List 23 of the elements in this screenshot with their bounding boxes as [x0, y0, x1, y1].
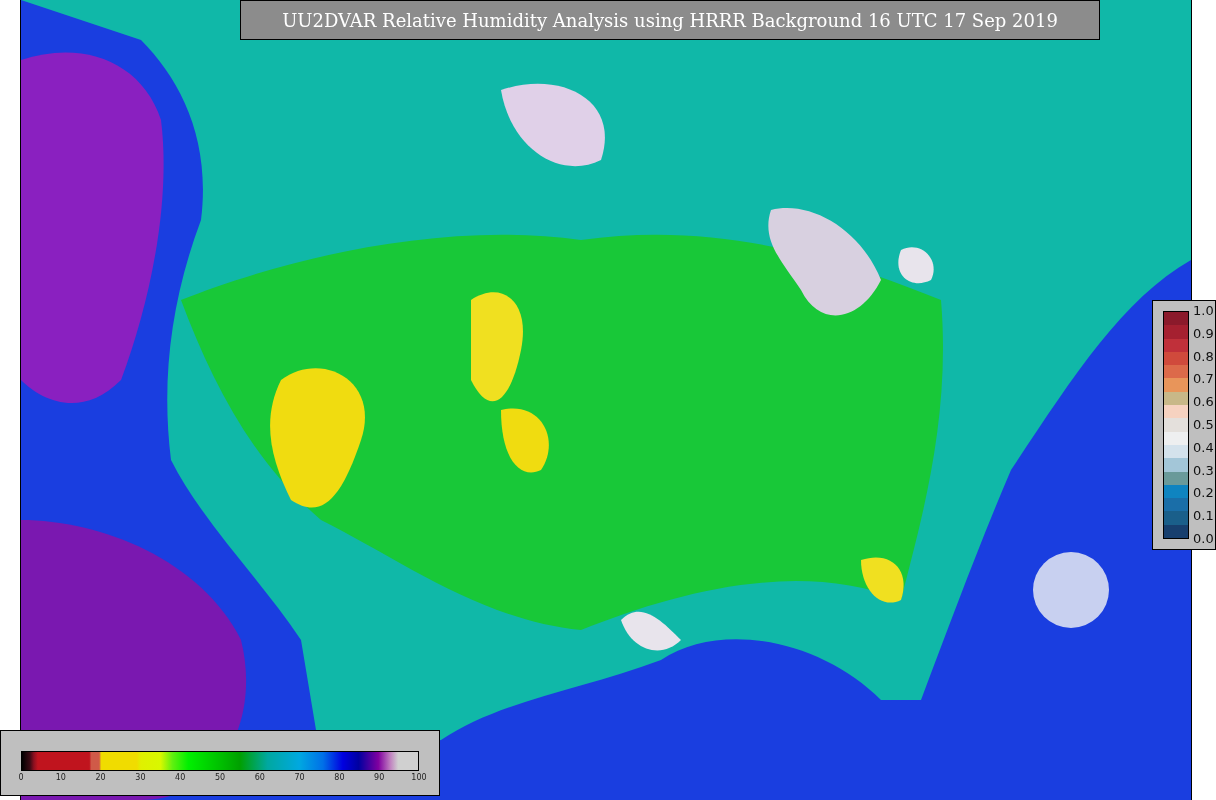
colorbar-tick-label: 0.1: [1193, 508, 1214, 525]
colorbar-tick-label: 30: [135, 773, 146, 782]
colorbar-tick-label: 0.2: [1193, 485, 1214, 502]
colorbar-tick-label: 100: [411, 773, 427, 782]
colorbar-tick-label: 80: [334, 773, 345, 782]
colorbar-tick-label: 60: [254, 773, 265, 782]
colorbar-tick-label: 20: [95, 773, 106, 782]
colorbar-tick-label: 90: [374, 773, 385, 782]
colorbar-tick-label: 0: [18, 773, 24, 782]
colorbar-tick-label: 50: [214, 773, 226, 782]
map-title: UU2DVAR Relative Humidity Analysis using HRRR Background 16 UTC 17 Sep 2019: [240, 0, 1100, 40]
colorbar-tick-label: 0.9: [1193, 325, 1214, 342]
colorbar-tick-label: 1.0: [1193, 303, 1214, 319]
colorbar-tick-label: 40: [175, 773, 186, 782]
colorbar-tick-label: 0.5: [1193, 417, 1214, 433]
colorbar-tick-label: 0.3: [1193, 462, 1214, 479]
colorbar-tick-label: 70: [294, 773, 305, 782]
colorbar-tick-label: 0.4: [1193, 439, 1214, 456]
colorbar-tick-label: 0.6: [1193, 394, 1214, 411]
colorbar-tick-label: 0.7: [1193, 371, 1214, 388]
colorbar-tick-label: 0.0: [1193, 530, 1214, 547]
colorbar-tick-label: 0.8: [1193, 348, 1214, 365]
colorbar-tick-label: 10: [55, 773, 66, 782]
